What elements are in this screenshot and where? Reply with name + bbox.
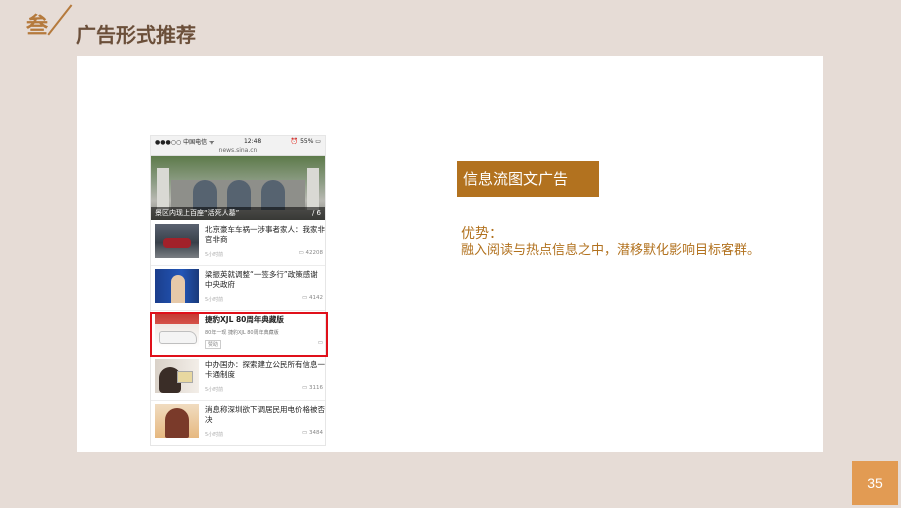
section-marker-char: 叁 <box>26 14 49 39</box>
news-time: 5小时前 <box>205 297 224 303</box>
news-item: 消息称深圳欲下调居民用电价格被否决 5小时前 ▭ 3484 <box>151 402 325 445</box>
news-thumbnail <box>155 224 199 258</box>
news-thumbnail <box>155 269 199 303</box>
advantage-title: 优势： <box>461 226 503 242</box>
hero-arch <box>193 180 217 210</box>
phone-status-bar: ●●●○○ 中国电信 ᯤ 12:48 ⏰ 55% ▭ <box>151 136 325 146</box>
news-title: 北京豪车车祸一涉事者家人：我家非官非商 <box>205 225 325 244</box>
news-item: 北京豪车车祸一涉事者家人：我家非官非商 5小时前 ▭ 42208 <box>151 222 325 266</box>
hero-counter: / 6 <box>311 209 321 217</box>
news-title: 梁振英就调整“一签多行”政策感谢中央政府 <box>205 270 318 289</box>
page-number: 35 <box>852 461 898 505</box>
page-title: 广告形式推荐 <box>76 23 196 47</box>
section-marker-slash <box>47 4 72 36</box>
status-battery: ⏰ 55% ▭ <box>290 137 321 145</box>
hero-pillar-left <box>157 168 169 210</box>
news-comment-count: ▭ 4142 <box>302 295 323 301</box>
hero-image: 景区内现上百座“活死人墓” / 6 <box>151 156 325 220</box>
content-panel: ●●●○○ 中国电信 ᯤ 12:48 ⏰ 55% ▭ news.sina.cn … <box>77 56 823 452</box>
news-time: 5小时前 <box>205 252 224 258</box>
news-title: 中办国办：探索建立公民所有信息一卡通制度 <box>205 360 325 379</box>
status-carrier: ●●●○○ 中国电信 ᯤ <box>155 138 215 146</box>
news-comment-count: ▭ 42208 <box>298 250 323 256</box>
status-time: 12:48 <box>243 137 262 145</box>
advantage-body: 融入阅读与热点信息之中，潜移默化影响目标客群。 <box>461 243 761 258</box>
ad-type-label: 信息流图文广告 <box>457 161 599 197</box>
news-comment-count: ▭ 3116 <box>302 385 323 391</box>
phone-url-bar: news.sina.cn <box>151 146 325 156</box>
hero-arch <box>227 180 251 210</box>
news-time: 5小时前 <box>205 387 224 393</box>
news-item: 中办国办：探索建立公民所有信息一卡通制度 5小时前 ▭ 3116 <box>151 357 325 401</box>
news-time: 5小时前 <box>205 432 224 438</box>
news-item: 梁振英就调整“一签多行”政策感谢中央政府 5小时前 ▭ 4142 <box>151 267 325 311</box>
hero-arch <box>261 180 285 210</box>
hero-caption-text: 景区内现上百座“活死人墓” <box>155 209 240 217</box>
ad-highlight-box <box>150 312 328 357</box>
news-title: 消息称深圳欲下调居民用电价格被否决 <box>205 405 325 424</box>
section-marker: 叁 <box>26 4 72 48</box>
news-thumbnail <box>155 404 199 438</box>
phone-screenshot: ●●●○○ 中国电信 ᯤ 12:48 ⏰ 55% ▭ news.sina.cn … <box>150 135 326 446</box>
hero-pillar-right <box>307 168 319 210</box>
hero-caption: 景区内现上百座“活死人墓” / 6 <box>151 207 325 220</box>
news-comment-count: ▭ 3484 <box>302 430 323 436</box>
news-thumbnail <box>155 359 199 393</box>
